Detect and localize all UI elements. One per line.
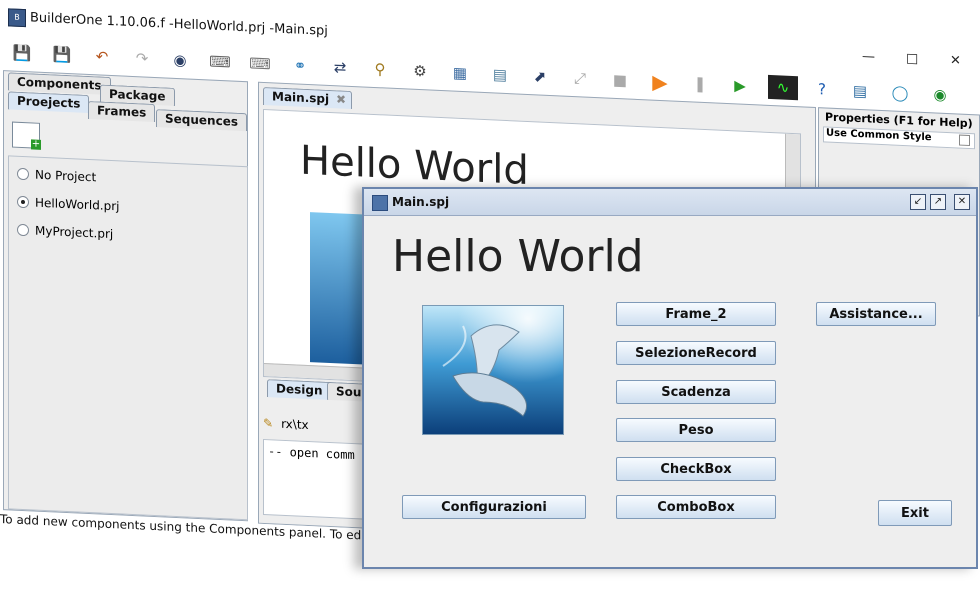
list-item[interactable]: MyProject.prj bbox=[17, 221, 113, 243]
tab-frames[interactable]: Frames bbox=[88, 100, 156, 123]
assistance-button[interactable]: Assistance... bbox=[816, 302, 936, 326]
combobox-button[interactable]: ComboBox bbox=[616, 495, 776, 519]
dolphin-image bbox=[422, 305, 564, 435]
maximize-icon[interactable]: □ bbox=[906, 51, 918, 67]
gear-icon[interactable]: ⚙ bbox=[408, 59, 432, 84]
expand-icon[interactable]: ⤢ bbox=[568, 66, 592, 91]
book-icon[interactable]: ▤ bbox=[488, 62, 512, 87]
dialog-title-bar: Main.spj ↙ ↗ ✕ bbox=[364, 189, 976, 216]
close-icon[interactable]: ✕ bbox=[950, 53, 961, 68]
close-tab-icon[interactable]: ✖ bbox=[336, 91, 346, 108]
globe-icon[interactable]: ◯ bbox=[888, 80, 912, 105]
project-list: No Project HelloWorld.prj MyProject.prj bbox=[8, 155, 248, 521]
pause-icon[interactable]: ❚ bbox=[688, 71, 712, 96]
list-item[interactable]: No Project bbox=[17, 165, 96, 187]
radio-helloworld[interactable] bbox=[17, 195, 29, 209]
properties-row: Use Common Style bbox=[823, 126, 975, 150]
save-all-icon[interactable]: 💾 bbox=[50, 42, 74, 67]
save-icon[interactable]: 💾 bbox=[10, 40, 34, 65]
tab-projects[interactable]: Proejects bbox=[8, 91, 90, 114]
keyboard-small-icon[interactable]: ⌨ bbox=[248, 51, 272, 76]
canvas-image bbox=[310, 212, 370, 365]
page-title: Hello World bbox=[392, 231, 644, 282]
tab-main-spj[interactable]: Main.spj ✖ bbox=[263, 86, 353, 109]
run-icon[interactable]: ▶ bbox=[728, 73, 752, 98]
image-icon[interactable]: ▤ bbox=[848, 79, 872, 104]
projects-panel: Components Package Proejects Frames Sequ… bbox=[3, 70, 248, 522]
frame-2-button[interactable]: Frame_2 bbox=[616, 302, 776, 326]
exit-button[interactable]: Exit bbox=[878, 500, 952, 526]
undo-icon[interactable]: ↶ bbox=[90, 44, 114, 69]
export-icon[interactable]: ⬈ bbox=[528, 64, 552, 89]
tab-sequences[interactable]: Sequences bbox=[156, 109, 247, 132]
main-dialog: Main.spj ↙ ↗ ✕ Hello World Frame_2 Selez… bbox=[362, 187, 978, 569]
list-item[interactable]: HelloWorld.prj bbox=[17, 193, 120, 216]
use-common-style-checkbox[interactable] bbox=[959, 134, 970, 147]
help-icon[interactable]: ? bbox=[810, 77, 834, 102]
close-icon[interactable]: ✕ bbox=[954, 194, 970, 210]
dialog-title: Main.spj bbox=[392, 195, 450, 209]
monitor-icon[interactable]: ∿ bbox=[768, 74, 798, 101]
checkbox-button[interactable]: CheckBox bbox=[616, 457, 776, 481]
play-icon[interactable]: ▶ bbox=[648, 69, 672, 95]
new-project-icon[interactable]: + bbox=[12, 121, 41, 150]
dialog-icon bbox=[372, 195, 388, 211]
keyboard-icon[interactable]: ⌨ bbox=[208, 49, 232, 74]
console-header: ✎ rx\tx bbox=[263, 415, 309, 433]
key-icon[interactable]: ⚲ bbox=[368, 57, 392, 82]
radio-myproject[interactable] bbox=[17, 223, 29, 237]
scadenza-button[interactable]: Scadenza bbox=[616, 380, 776, 404]
eye-icon[interactable]: ◉ bbox=[928, 82, 952, 107]
stop-icon[interactable]: ■ bbox=[608, 68, 632, 93]
configurazioni-button[interactable]: Configurazioni bbox=[402, 495, 586, 519]
minimize-icon[interactable]: ↙ bbox=[910, 194, 926, 210]
app-icon: B bbox=[8, 8, 26, 28]
peso-button[interactable]: Peso bbox=[616, 418, 776, 442]
table-icon[interactable]: ▦ bbox=[448, 60, 472, 85]
tab-design[interactable]: Design bbox=[267, 379, 332, 401]
canvas-heading: Hello World bbox=[300, 137, 529, 195]
minimize-icon[interactable]: — bbox=[862, 49, 875, 65]
maximize-icon[interactable]: ↗ bbox=[930, 194, 946, 210]
redo-icon[interactable]: ↷ bbox=[130, 46, 154, 71]
window-title: BuilderOne 1.10.06.f -HelloWorld.prj -Ma… bbox=[30, 10, 328, 39]
brush-icon[interactable]: ✎ bbox=[263, 416, 273, 430]
network-icon[interactable]: ⚭ bbox=[288, 53, 312, 78]
selezione-record-button[interactable]: SelezioneRecord bbox=[616, 341, 776, 365]
radio-no-project[interactable] bbox=[17, 167, 29, 181]
binoculars-icon[interactable]: ◉ bbox=[168, 48, 192, 73]
connector-icon[interactable]: ⇄ bbox=[328, 55, 352, 80]
